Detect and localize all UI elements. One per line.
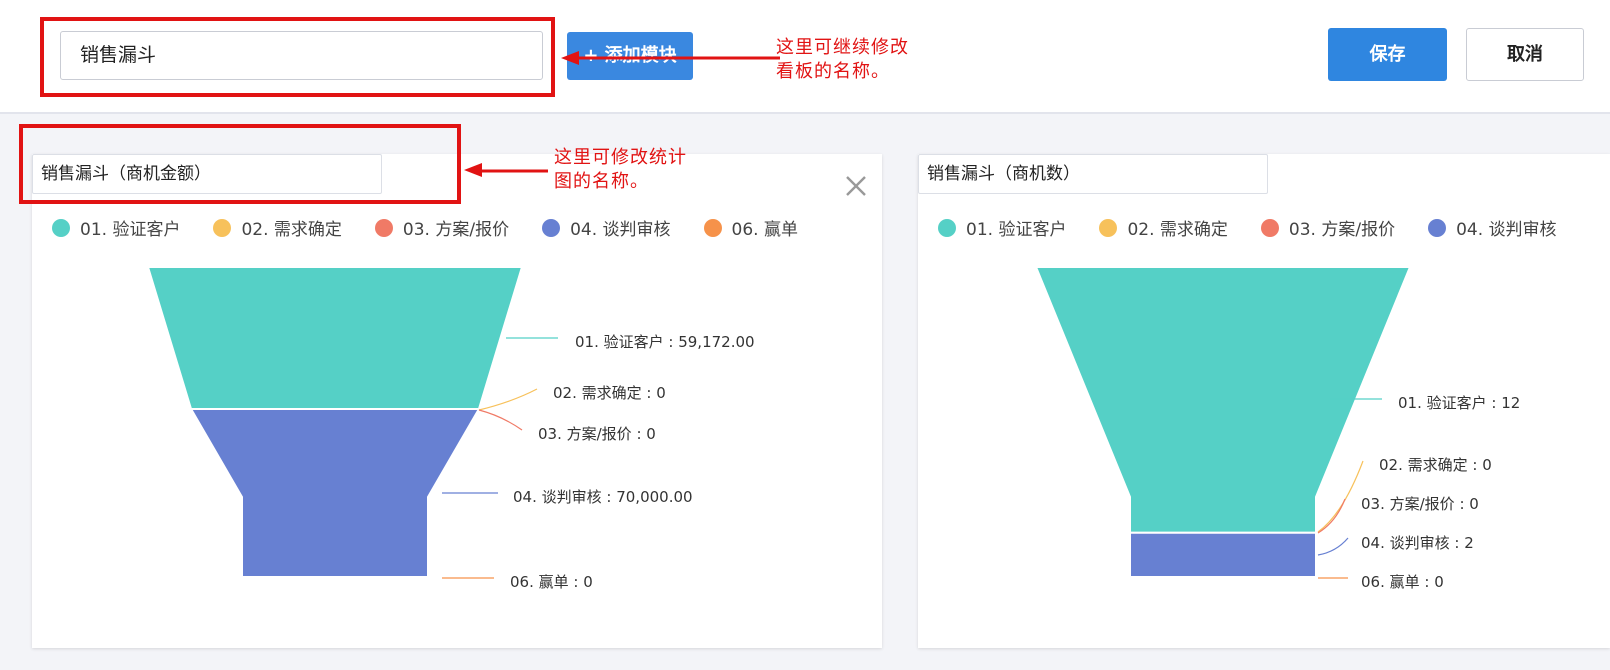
annotation-chart-title: 这里可修改统计 图的名称。: [554, 146, 687, 194]
annotation-line: 这里可修改统计: [554, 147, 687, 168]
annotation-arrows: [464, 51, 780, 177]
annotation-line: 图的名称。: [554, 171, 649, 192]
annotation-dashboard-name: 这里可继续修改 看板的名称。: [776, 36, 909, 84]
annotation-line: 这里可继续修改: [776, 37, 909, 58]
annotation-line: 看板的名称。: [776, 61, 890, 82]
